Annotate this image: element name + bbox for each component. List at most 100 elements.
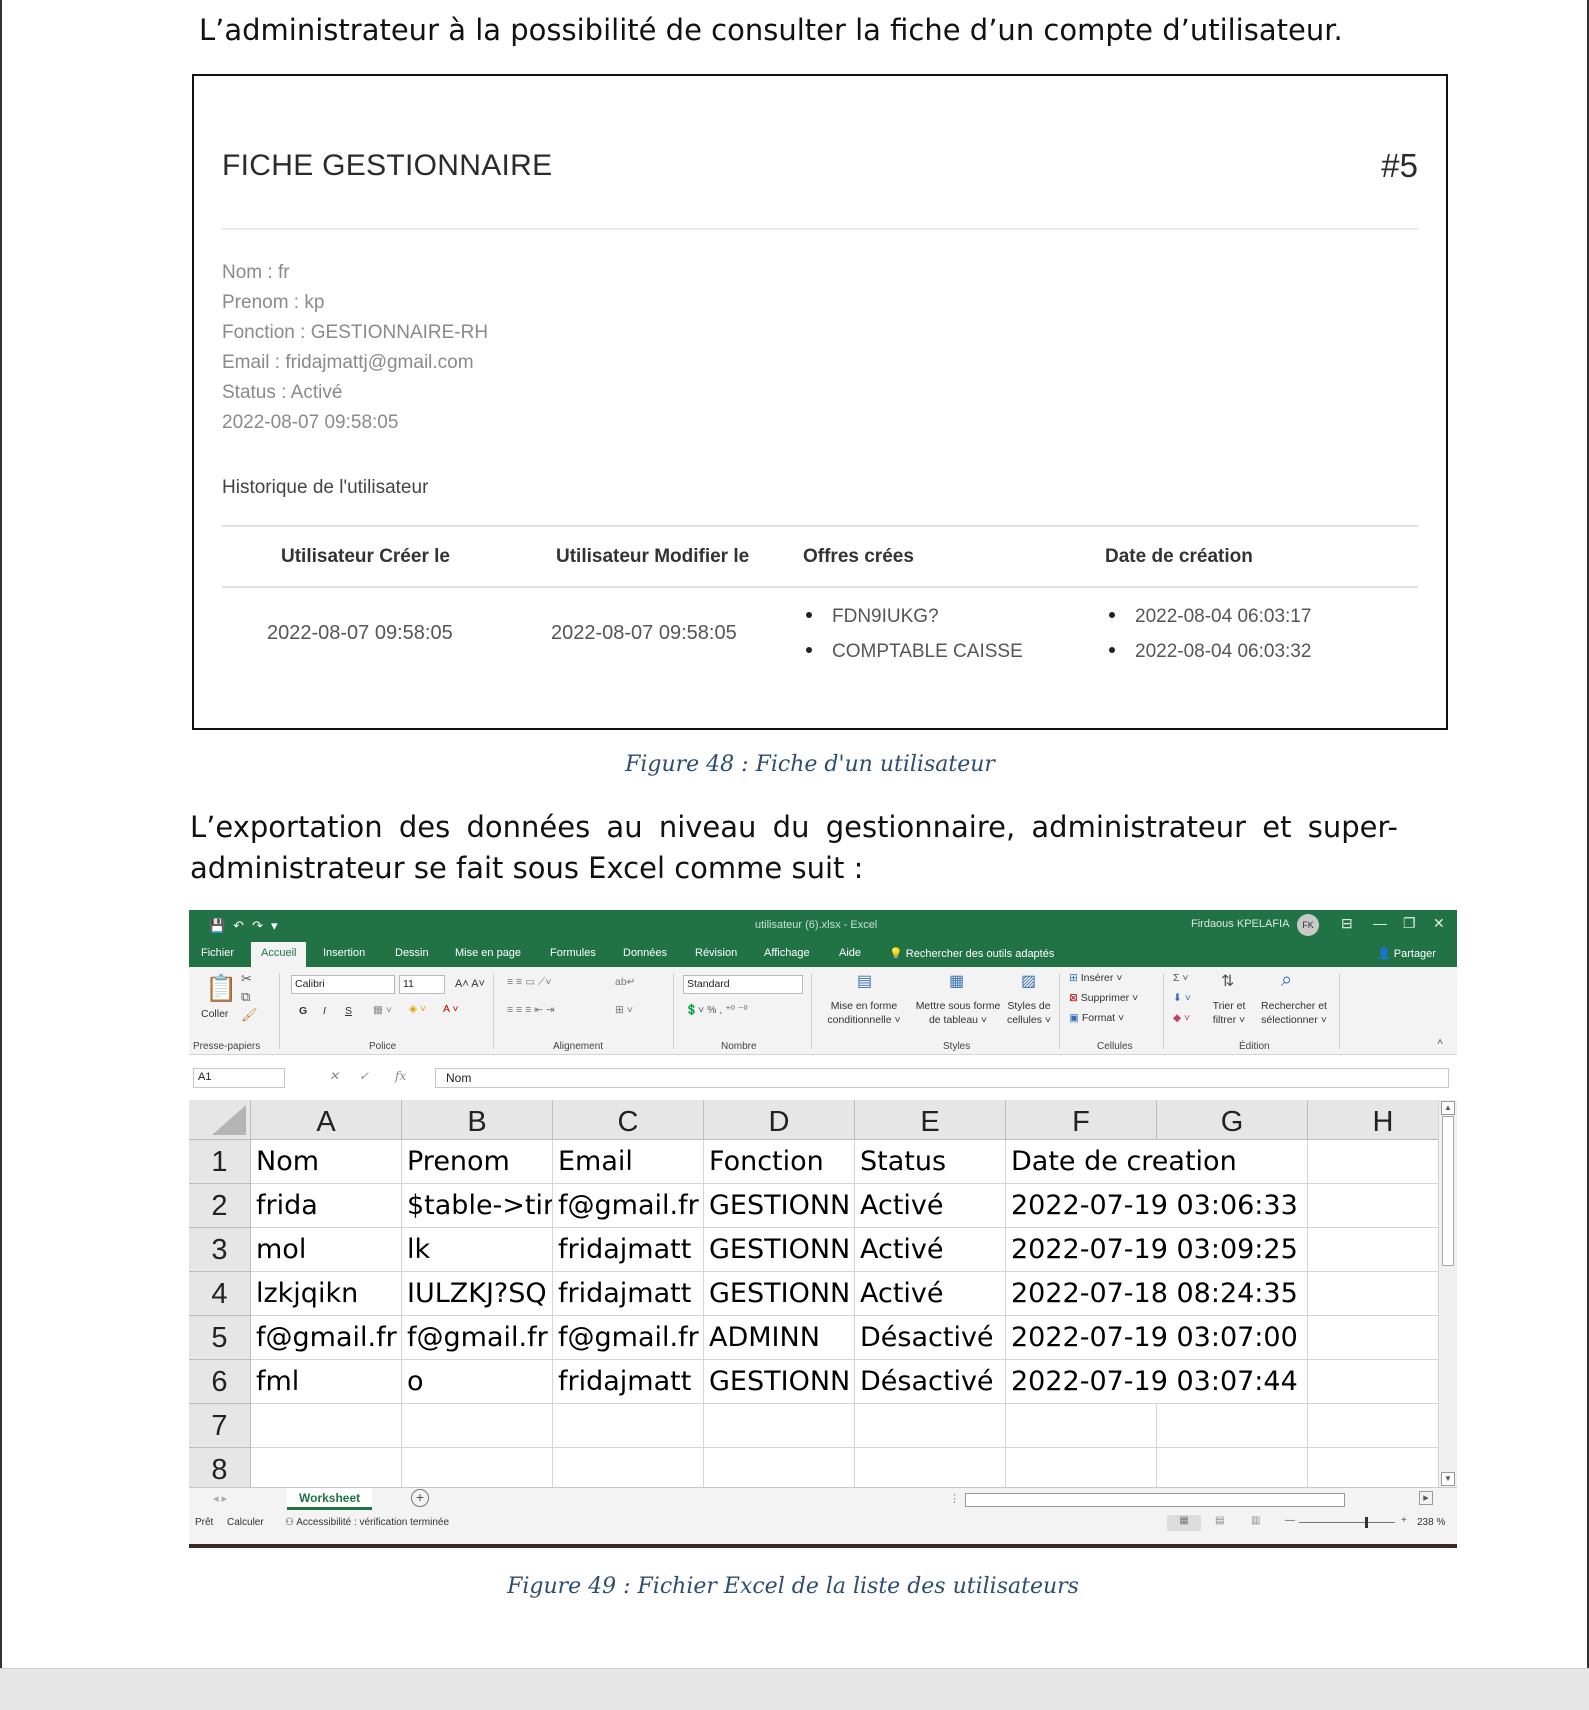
- search-tools[interactable]: 💡 Rechercher des outils adaptés: [889, 947, 1054, 960]
- tab-draw[interactable]: Dessin: [395, 947, 429, 959]
- formula-input[interactable]: Nom: [435, 1068, 1449, 1088]
- table-cell[interactable]: [1308, 1316, 1438, 1360]
- table-cell[interactable]: [1308, 1184, 1438, 1228]
- table-cell[interactable]: o: [402, 1360, 553, 1404]
- table-cell[interactable]: [855, 1404, 1006, 1448]
- table-cell[interactable]: f@gmail.fr: [553, 1184, 704, 1228]
- row-header[interactable]: 4: [189, 1272, 251, 1316]
- table-cell[interactable]: 2022-07-19 03:09:25: [1006, 1228, 1308, 1272]
- table-cell[interactable]: [402, 1448, 553, 1487]
- zoom-out-icon[interactable]: —: [1285, 1515, 1295, 1526]
- table-cell[interactable]: f@gmail.fr: [402, 1316, 553, 1360]
- table-cell[interactable]: frida: [251, 1184, 402, 1228]
- column-header[interactable]: E: [855, 1100, 1006, 1140]
- vertical-scrollbar[interactable]: ▲ ▼: [1438, 1100, 1457, 1487]
- format-table-button[interactable]: Mettre sous forme de tableau ˅: [913, 999, 1003, 1027]
- autosum-icon[interactable]: Σ ˅: [1173, 971, 1189, 985]
- table-cell[interactable]: Activé: [855, 1184, 1006, 1228]
- scroll-down-icon[interactable]: ▼: [1441, 1472, 1455, 1486]
- split-handle-icon[interactable]: ⋮: [949, 1492, 960, 1505]
- scroll-up-icon[interactable]: ▲: [1441, 1101, 1455, 1115]
- insert-cells-button[interactable]: ⊞ Insérer ˅: [1069, 971, 1122, 985]
- zoom-level[interactable]: 238 %: [1417, 1517, 1445, 1528]
- format-cells-button[interactable]: ▣ Format ˅: [1069, 1011, 1124, 1025]
- table-cell[interactable]: lk: [402, 1228, 553, 1272]
- tab-page-layout[interactable]: Mise en page: [455, 947, 521, 959]
- paste-icon[interactable]: 📋: [205, 973, 237, 1004]
- wrap-text-icon[interactable]: ab↵: [615, 975, 635, 989]
- table-cell[interactable]: f@gmail.fr: [251, 1316, 402, 1360]
- close-icon[interactable]: ✕: [1433, 915, 1445, 932]
- share-button[interactable]: 👤 Partager: [1377, 947, 1436, 960]
- tab-file[interactable]: Fichier: [201, 947, 234, 959]
- sheet-tab-worksheet[interactable]: Worksheet: [287, 1488, 373, 1510]
- table-cell[interactable]: $table->tir: [402, 1184, 553, 1228]
- tab-formulas[interactable]: Formules: [550, 947, 596, 959]
- table-cell[interactable]: GESTIONN: [704, 1272, 855, 1316]
- font-color-icon[interactable]: A ˅: [443, 1002, 458, 1016]
- table-cell[interactable]: GESTIONN: [704, 1184, 855, 1228]
- underline-button[interactable]: S: [345, 1004, 352, 1018]
- add-sheet-icon[interactable]: +: [411, 1489, 429, 1507]
- conditional-format-button[interactable]: Mise en forme conditionnelle ˅: [819, 999, 909, 1027]
- horizontal-scrollbar[interactable]: [965, 1493, 1345, 1507]
- table-cell[interactable]: Date de creation: [1006, 1140, 1308, 1184]
- scroll-right-icon[interactable]: ▸: [1419, 1491, 1433, 1505]
- table-cell[interactable]: GESTIONN: [704, 1360, 855, 1404]
- table-cell[interactable]: [1006, 1448, 1157, 1487]
- table-cell[interactable]: fridajmatt: [553, 1272, 704, 1316]
- scroll-thumb[interactable]: [1442, 1116, 1454, 1266]
- italic-button[interactable]: I: [323, 1004, 326, 1018]
- table-cell[interactable]: [1308, 1272, 1438, 1316]
- table-cell[interactable]: GESTIONN: [704, 1228, 855, 1272]
- sort-filter-button[interactable]: Trier et filtrer ˅: [1203, 999, 1255, 1027]
- table-cell[interactable]: Status: [855, 1140, 1006, 1184]
- row-header[interactable]: 3: [189, 1228, 251, 1272]
- tab-home[interactable]: Accueil: [251, 942, 307, 967]
- page-layout-icon[interactable]: ▤: [1215, 1515, 1224, 1526]
- normal-view-icon[interactable]: ▦: [1167, 1515, 1201, 1531]
- table-cell[interactable]: [1308, 1448, 1438, 1487]
- row-header[interactable]: 7: [189, 1404, 251, 1448]
- table-cell[interactable]: Email: [553, 1140, 704, 1184]
- tab-data[interactable]: Données: [623, 947, 667, 959]
- minimize-icon[interactable]: —: [1373, 915, 1387, 931]
- tab-review[interactable]: Révision: [695, 947, 737, 959]
- column-header[interactable]: D: [704, 1100, 855, 1140]
- table-cell[interactable]: [402, 1404, 553, 1448]
- table-cell[interactable]: 2022-07-19 03:06:33: [1006, 1184, 1308, 1228]
- table-cell[interactable]: ADMINN: [704, 1316, 855, 1360]
- currency-icon[interactable]: 💲˅ % , ⁺⁰ ⁻⁰: [685, 1003, 748, 1017]
- table-cell[interactable]: [704, 1404, 855, 1448]
- table-cell[interactable]: 2022-07-18 08:24:35: [1006, 1272, 1308, 1316]
- table-cell[interactable]: [855, 1448, 1006, 1487]
- table-cell[interactable]: Désactivé: [855, 1360, 1006, 1404]
- find-select-button[interactable]: Rechercher et sélectionner ˅: [1257, 999, 1331, 1027]
- table-cell[interactable]: f@gmail.fr: [553, 1316, 704, 1360]
- align-left-icon[interactable]: ≡ ≡ ≡ ⇤ ⇥: [507, 1003, 555, 1017]
- table-cell[interactable]: [1157, 1448, 1308, 1487]
- name-box[interactable]: A1: [193, 1068, 285, 1088]
- font-grow-icon[interactable]: A˄ A˅: [455, 977, 485, 991]
- quick-access-toolbar[interactable]: 💾↶↷▾: [209, 918, 286, 934]
- tab-help[interactable]: Aide: [839, 947, 861, 959]
- paste-button[interactable]: Coller: [201, 1007, 228, 1021]
- tab-insert[interactable]: Insertion: [323, 947, 365, 959]
- table-cell[interactable]: [1308, 1360, 1438, 1404]
- column-header[interactable]: A: [251, 1100, 402, 1140]
- status-calculate[interactable]: Calculer: [227, 1517, 264, 1528]
- column-header[interactable]: G: [1157, 1100, 1308, 1140]
- column-header[interactable]: H: [1308, 1100, 1438, 1140]
- confirm-icon[interactable]: ✓: [359, 1069, 369, 1083]
- table-cell[interactable]: Activé: [855, 1228, 1006, 1272]
- row-header[interactable]: 1: [189, 1140, 251, 1184]
- table-cell[interactable]: [553, 1404, 704, 1448]
- table-cell[interactable]: IULZKJ?SQ: [402, 1272, 553, 1316]
- zoom-slider[interactable]: [1299, 1522, 1395, 1523]
- table-cell[interactable]: [1308, 1228, 1438, 1272]
- row-header[interactable]: 5: [189, 1316, 251, 1360]
- merge-icon[interactable]: ⊞ ˅: [615, 1003, 633, 1017]
- zoom-slider-thumb[interactable]: [1365, 1517, 1368, 1528]
- table-cell[interactable]: [1308, 1404, 1438, 1448]
- font-name-select[interactable]: Calibri: [291, 975, 395, 994]
